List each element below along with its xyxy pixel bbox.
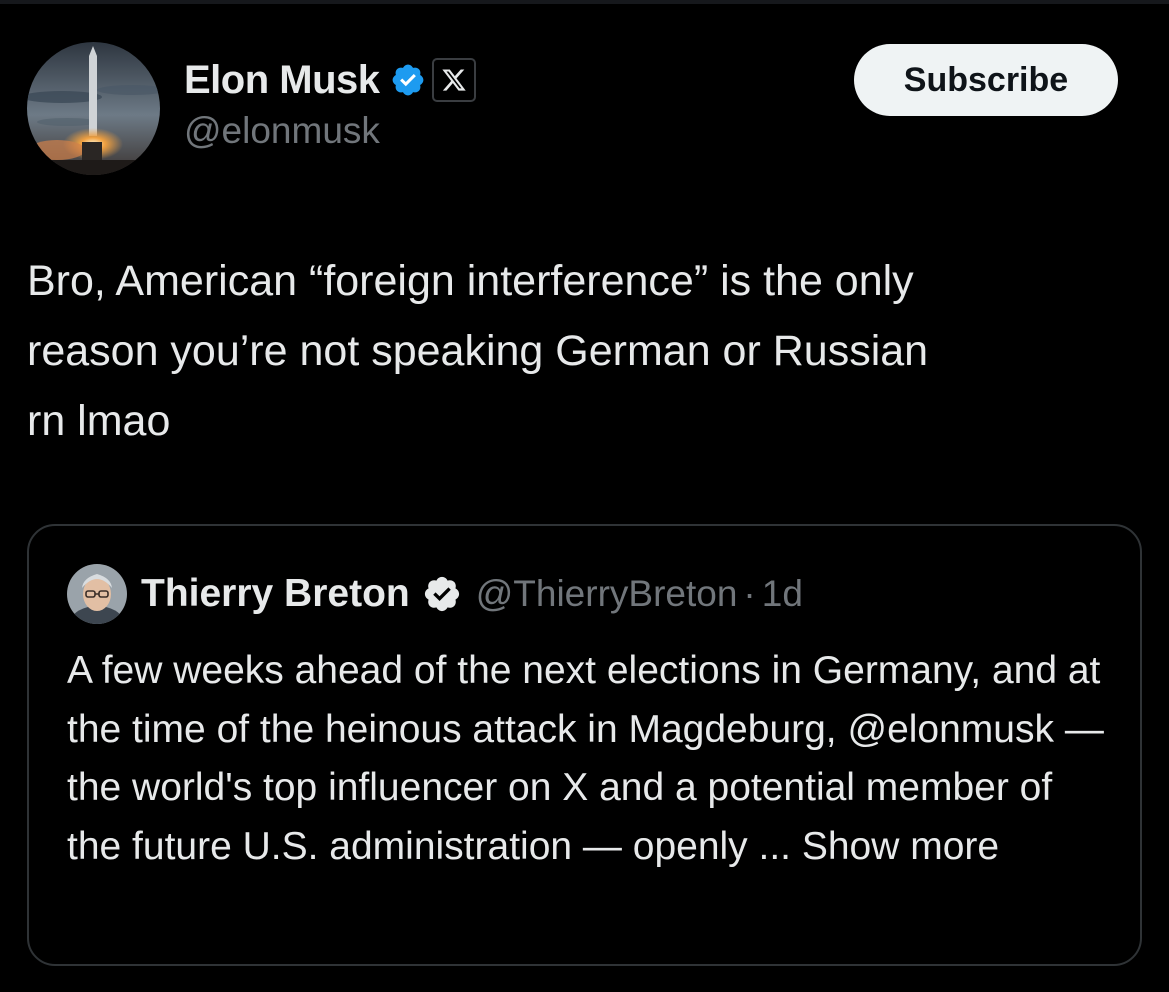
author-name-row: Elon Musk <box>184 54 476 106</box>
author-handle[interactable]: @elonmusk <box>184 110 476 152</box>
author-avatar[interactable] <box>27 42 160 175</box>
subscribe-button[interactable]: Subscribe <box>854 44 1118 116</box>
quoted-tweet-timestamp[interactable]: 1d <box>762 573 803 615</box>
person-portrait-avatar-image <box>67 564 127 624</box>
show-more-link[interactable]: Show more <box>802 825 999 868</box>
author-info: Elon Musk @elonmusk <box>184 54 476 152</box>
quoted-author-avatar[interactable] <box>67 564 127 624</box>
rocket-launch-avatar-image <box>27 42 160 175</box>
top-divider <box>0 0 1169 4</box>
quoted-tweet-card[interactable]: Thierry Breton @ThierryBreton · 1d A few… <box>27 524 1142 966</box>
quoted-tweet-text: A few weeks ahead of the next elections … <box>67 642 1107 876</box>
tweet-header: Elon Musk @elonmusk Subscribe <box>27 42 1142 177</box>
author-display-name[interactable]: Elon Musk <box>184 58 380 103</box>
separator-dot: · <box>743 573 756 614</box>
quoted-author-display-name[interactable]: Thierry Breton <box>141 572 410 616</box>
x-logo-icon[interactable] <box>431 58 476 102</box>
quoted-author-handle[interactable]: @ThierryBreton <box>476 573 738 615</box>
verified-badge-icon <box>422 574 462 614</box>
quoted-tweet-header: Thierry Breton @ThierryBreton · 1d <box>67 564 803 624</box>
tweet-text: Bro, American “foreign interference” is … <box>27 257 929 445</box>
verified-badge-icon <box>390 62 426 98</box>
